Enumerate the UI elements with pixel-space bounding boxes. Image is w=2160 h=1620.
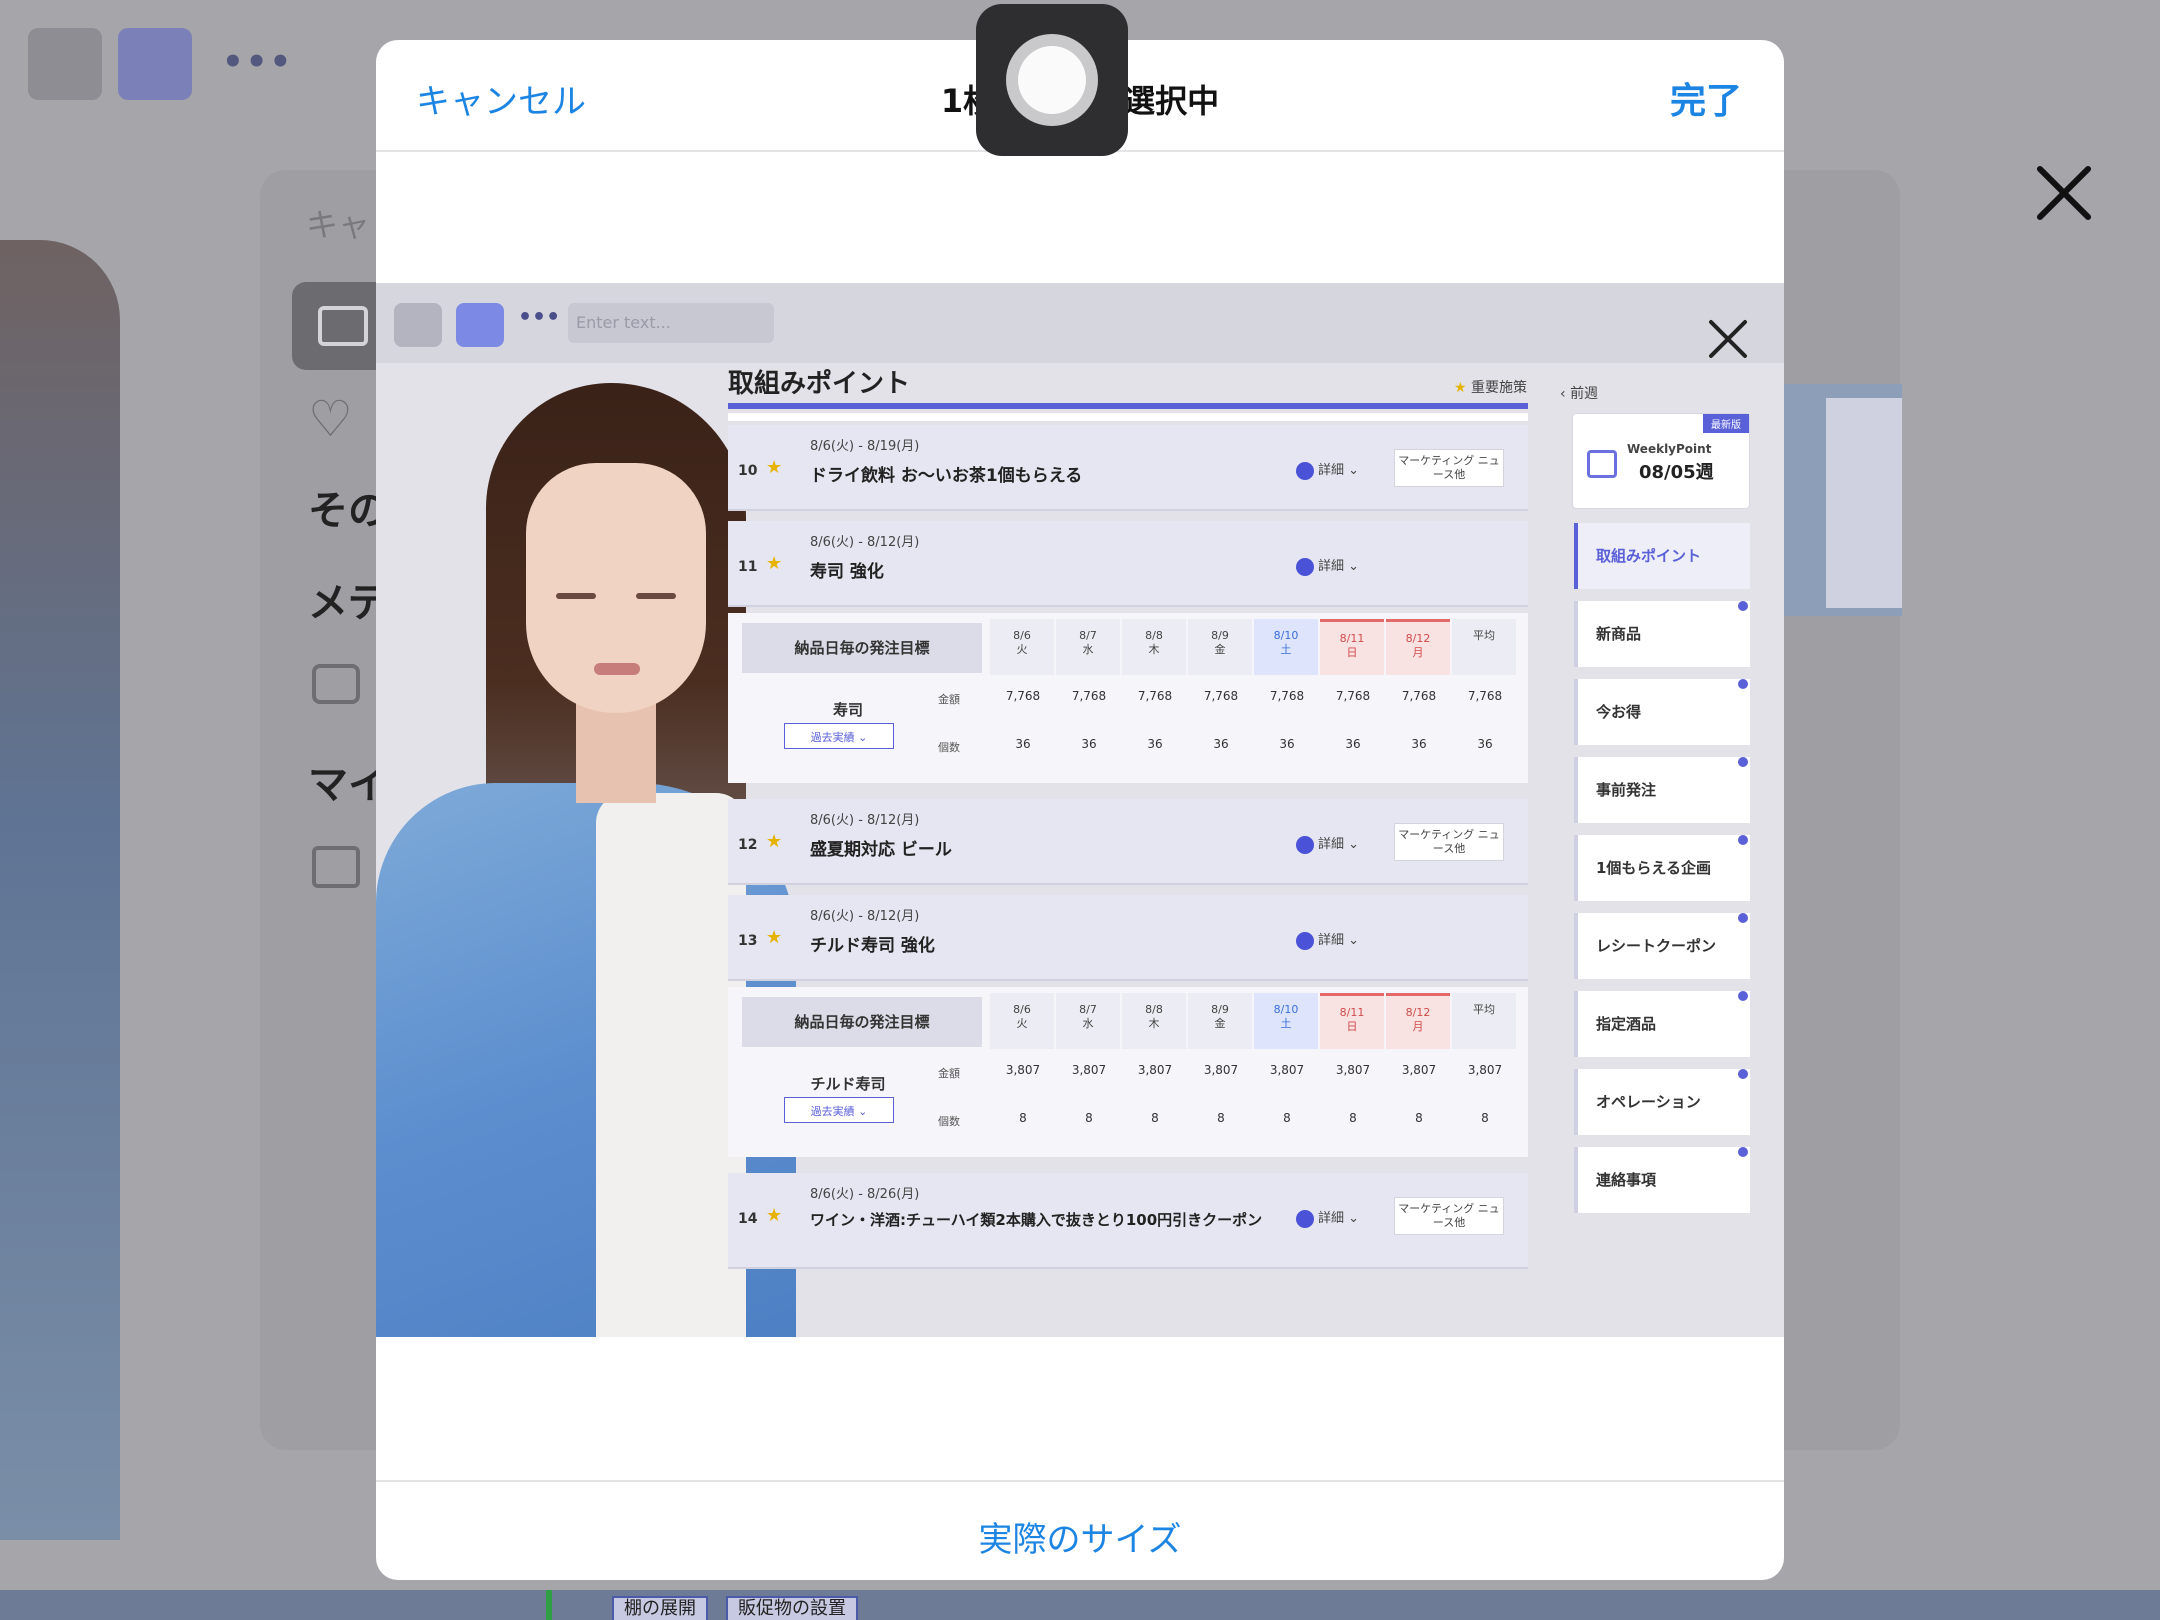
keyboard-button[interactable] [28, 28, 102, 100]
menu-item: 今お得 [1574, 679, 1750, 745]
history-select: 過去実績 ⌄ [784, 1097, 894, 1123]
menu-item: 連絡事項 [1574, 1147, 1750, 1213]
photo-picker-modal: キャンセル 1枚の写真を選択中 完了 ••• Enter text... 取組み… [376, 40, 1784, 1580]
legend: ★ 重要施策 [1454, 380, 1528, 396]
heart-icon[interactable]: ♡ [308, 390, 353, 448]
background-bottom-bar [0, 1590, 2160, 1620]
microphone-button[interactable] [118, 28, 192, 100]
preview-keyboard-icon [394, 303, 442, 347]
menu-item: 新商品 [1574, 601, 1750, 667]
table-row: 36 36 36 36 36 36 36 36 [1015, 737, 1493, 751]
preview-microphone-icon [456, 303, 504, 347]
albums-icon[interactable] [312, 846, 360, 888]
table-row: 3,807 3,807 3,807 3,807 3,807 3,807 3,807 3,807 [1005, 1063, 1503, 1077]
table-day-headers: 8/6 火 8/7 水 8/8 木 8/9 金 8/10 土 8/11 日 8/12 月 平均 [990, 619, 1518, 675]
menu-item: 1個もらえる企画 [1574, 835, 1750, 901]
list-item: 12 ★ 8/6(火) - 8/12(月) 盛夏期対応 ビール 詳細 ⌄ マーケ… [728, 799, 1528, 885]
assistive-touch-button[interactable] [976, 4, 1128, 156]
preview-text-input: Enter text... [568, 303, 774, 343]
item-tag: マーケティング ニュース他 [1394, 1197, 1504, 1235]
dashboard-title: 取組みポイント [728, 369, 911, 399]
weekly-point-card: 最新版 WeeklyPoint 08/05週 [1572, 413, 1750, 509]
list-item: 14 ★ 8/6(火) - 8/26(月) ワイン・洋酒:チューハイ類2本購入で… [728, 1173, 1528, 1269]
detail-toggle: 詳細 ⌄ [1296, 929, 1359, 950]
background-cancel-label: キャ [306, 206, 371, 244]
detail-toggle: 詳細 ⌄ [1296, 459, 1359, 480]
list-item: 13 ★ 8/6(火) - 8/12(月) チルド寿司 強化 詳細 ⌄ [728, 895, 1528, 981]
menu-item: レシートクーポン [1574, 913, 1750, 979]
detail-toggle: 詳細 ⌄ [1296, 1207, 1359, 1228]
modal-footer: 実際のサイズ [376, 1480, 1784, 1580]
calendar-icon [1587, 450, 1617, 478]
item-tag: マーケティング ニュース他 [1394, 449, 1504, 487]
item-tag: マーケティング ニュース他 [1394, 823, 1504, 861]
list-item: 11 ★ 8/6(火) - 8/12(月) 寿司 強化 詳細 ⌄ [728, 521, 1528, 607]
order-target-table: 納品日毎の発注目標 8/6 火 8/7 水 8/8 木 8/9 金 8/10 土 8/11… [728, 987, 1528, 1157]
actual-size-button[interactable]: 実際のサイズ [376, 1512, 1784, 1561]
selected-photo-preview[interactable]: ••• Enter text... 取組みポイント ★ 重要施策 10 ★ 8/… [376, 283, 1784, 1337]
detail-toggle: 詳細 ⌄ [1296, 555, 1359, 576]
done-button[interactable]: 完了 [1670, 72, 1742, 124]
menu-item: オペレーション [1574, 1069, 1750, 1135]
menu-item: 事前発注 [1574, 757, 1750, 823]
background-close-icon[interactable] [2030, 160, 2096, 226]
background-thumbnail-panel [1826, 398, 1902, 608]
preview-more-icon: ••• [518, 305, 561, 330]
star-icon: ★ [766, 927, 783, 948]
list-item: 10 ★ 8/6(火) - 8/19(月) ドライ飲料 お～いお茶1個もらえる … [728, 425, 1528, 511]
camera-icon[interactable] [312, 664, 360, 704]
detail-toggle: 詳細 ⌄ [1296, 833, 1359, 854]
bottom-chip-promo[interactable]: 販促物の設置 [726, 1596, 858, 1620]
star-icon: ★ [766, 1205, 783, 1226]
menu-item: 指定酒品 [1574, 991, 1750, 1057]
star-icon: ★ [766, 457, 783, 478]
table-row: 7,768 7,768 7,768 7,768 7,768 7,768 7,768 7,768 [1005, 689, 1503, 703]
more-icon[interactable]: ••• [222, 42, 293, 82]
preview-close-icon [1706, 317, 1750, 361]
star-icon: ★ [766, 553, 783, 574]
menu-item: 取組みポイント [1574, 523, 1750, 589]
bottom-chip-shelf[interactable]: 棚の展開 [612, 1596, 708, 1620]
table-row: 88888888 [1019, 1111, 1489, 1125]
star-icon: ★ [766, 831, 783, 852]
history-select: 過去実績 ⌄ [784, 723, 894, 749]
background-green-marker [546, 1590, 552, 1620]
order-target-table: 納品日毎の発注目標 8/6 火 8/7 水 8/8 木 8/9 金 8/10 土 8/11… [728, 613, 1528, 783]
previous-week-link: ‹ 前週 [1560, 386, 1599, 402]
table-day-headers: 8/6 火 8/7 水 8/8 木 8/9 金 8/10 土 8/11 日 8/12 月 平均 [990, 993, 1518, 1049]
progress-bar [728, 403, 1528, 409]
background-avatar [0, 240, 120, 1540]
